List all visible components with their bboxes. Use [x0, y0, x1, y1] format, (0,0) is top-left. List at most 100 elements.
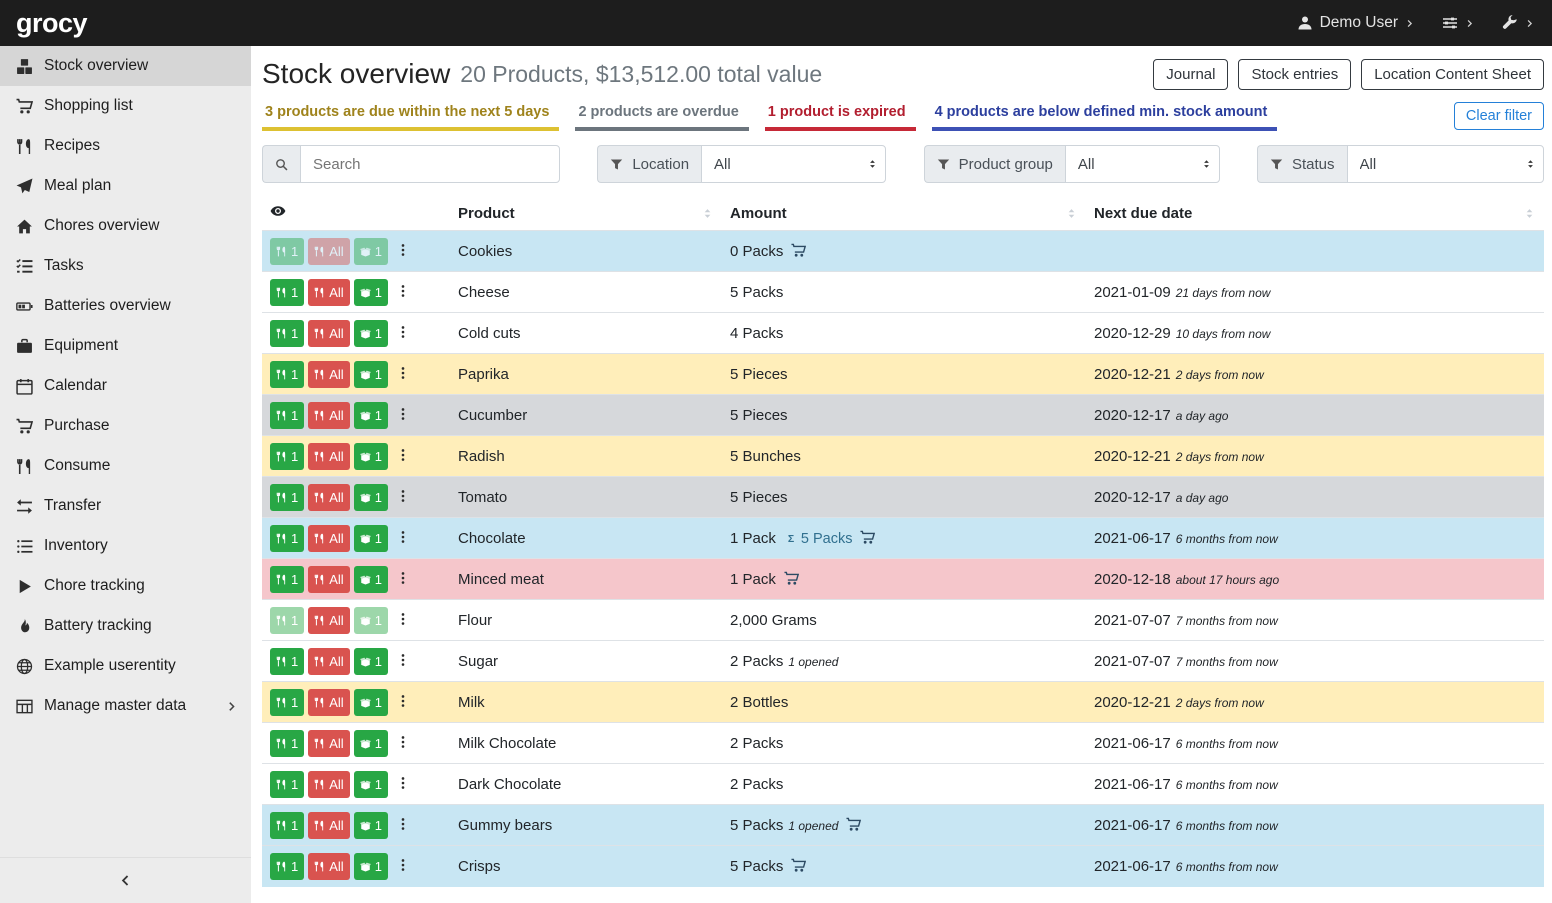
consume-all-button[interactable]: All: [308, 566, 349, 593]
consume-one-button[interactable]: 1: [270, 320, 304, 347]
shopping-cart-icon[interactable]: [860, 530, 875, 545]
open-one-button[interactable]: 1: [354, 525, 388, 552]
sidebar-item-tasks[interactable]: Tasks: [0, 246, 251, 286]
sidebar-item-calendar[interactable]: Calendar: [0, 366, 251, 406]
consume-all-button[interactable]: All: [308, 443, 349, 470]
open-one-button[interactable]: 1: [354, 402, 388, 429]
sidebar-item-stock-overview[interactable]: Stock overview: [0, 46, 251, 86]
product-name[interactable]: Cheese: [458, 284, 510, 301]
status-select[interactable]: All: [1347, 145, 1544, 183]
product-name[interactable]: Crisps: [458, 858, 501, 875]
consume-all-button[interactable]: All: [308, 320, 349, 347]
column-toggle-header[interactable]: [262, 196, 450, 231]
shopping-cart-icon[interactable]: [791, 243, 806, 258]
consume-all-button[interactable]: All: [308, 279, 349, 306]
open-one-button[interactable]: 1: [354, 689, 388, 716]
row-menu-button[interactable]: [392, 733, 414, 754]
sidebar-item-inventory[interactable]: Inventory: [0, 526, 251, 566]
consume-all-button[interactable]: All: [308, 525, 349, 552]
product-name[interactable]: Flour: [458, 612, 492, 629]
consume-one-button[interactable]: 1: [270, 812, 304, 839]
row-menu-button[interactable]: [392, 446, 414, 467]
product-name[interactable]: Milk Chocolate: [458, 735, 556, 752]
product-name[interactable]: Milk: [458, 694, 485, 711]
consume-one-button[interactable]: 1: [270, 730, 304, 757]
consume-all-button[interactable]: All: [308, 771, 349, 798]
open-one-button[interactable]: 1: [354, 443, 388, 470]
consume-all-button[interactable]: All: [308, 689, 349, 716]
sidebar-item-consume[interactable]: Consume: [0, 446, 251, 486]
sidebar-item-meal-plan[interactable]: Meal plan: [0, 166, 251, 206]
row-menu-button[interactable]: [392, 282, 414, 303]
search-input[interactable]: [300, 145, 560, 183]
sidebar-collapse-button[interactable]: [0, 857, 251, 903]
sidebar-item-equipment[interactable]: Equipment: [0, 326, 251, 366]
row-menu-button[interactable]: [392, 528, 414, 549]
row-menu-button[interactable]: [392, 651, 414, 672]
open-one-button[interactable]: 1: [354, 771, 388, 798]
column-header-product[interactable]: Product: [450, 196, 722, 231]
consume-one-button[interactable]: 1: [270, 443, 304, 470]
settings-menu[interactable]: [1442, 15, 1474, 31]
product-name[interactable]: Minced meat: [458, 571, 544, 588]
consume-one-button[interactable]: 1: [270, 402, 304, 429]
open-one-button[interactable]: 1: [354, 361, 388, 388]
app-logo[interactable]: grocy: [16, 8, 87, 39]
shopping-cart-icon[interactable]: [791, 858, 806, 873]
consume-one-button[interactable]: 1: [270, 771, 304, 798]
consume-all-button[interactable]: All: [308, 361, 349, 388]
open-one-button[interactable]: 1: [354, 812, 388, 839]
product-name[interactable]: Cookies: [458, 243, 512, 260]
stock-entries-button[interactable]: Stock entries: [1238, 59, 1351, 90]
status-filter-overdue[interactable]: 2 products are overdue: [575, 101, 748, 131]
sidebar-item-chores-overview[interactable]: Chores overview: [0, 206, 251, 246]
column-header-next-due-date[interactable]: Next due date: [1086, 196, 1544, 231]
sidebar-item-chore-tracking[interactable]: Chore tracking: [0, 566, 251, 606]
row-menu-button[interactable]: [392, 364, 414, 385]
location-select[interactable]: All: [701, 145, 886, 183]
row-menu-button[interactable]: [392, 774, 414, 795]
row-menu-button[interactable]: [392, 856, 414, 877]
sidebar-item-shopping-list[interactable]: Shopping list: [0, 86, 251, 126]
product-name[interactable]: Chocolate: [458, 530, 526, 547]
column-header-amount[interactable]: Amount: [722, 196, 1086, 231]
status-filter-due-soon[interactable]: 3 products are due within the next 5 day…: [262, 101, 559, 131]
consume-one-button[interactable]: 1: [270, 853, 304, 880]
shopping-cart-icon[interactable]: [784, 571, 799, 586]
consume-all-button[interactable]: All: [308, 730, 349, 757]
admin-menu[interactable]: [1502, 15, 1534, 31]
product-name[interactable]: Paprika: [458, 366, 509, 383]
consume-one-button[interactable]: 1: [270, 279, 304, 306]
row-menu-button[interactable]: [392, 569, 414, 590]
open-one-button[interactable]: 1: [354, 730, 388, 757]
product-name[interactable]: Cucumber: [458, 407, 527, 424]
row-menu-button[interactable]: [392, 692, 414, 713]
row-menu-button[interactable]: [392, 323, 414, 344]
consume-one-button[interactable]: 1: [270, 689, 304, 716]
consume-all-button[interactable]: All: [308, 238, 349, 265]
open-one-button[interactable]: 1: [354, 279, 388, 306]
product-name[interactable]: Sugar: [458, 653, 498, 670]
shopping-cart-icon[interactable]: [846, 817, 861, 832]
product-group-select[interactable]: All: [1065, 145, 1220, 183]
consume-all-button[interactable]: All: [308, 853, 349, 880]
status-filter-expired[interactable]: 1 product is expired: [765, 101, 916, 131]
open-one-button[interactable]: 1: [354, 484, 388, 511]
open-one-button[interactable]: 1: [354, 566, 388, 593]
open-one-button[interactable]: 1: [354, 648, 388, 675]
open-one-button[interactable]: 1: [354, 238, 388, 265]
consume-one-button[interactable]: 1: [270, 484, 304, 511]
row-menu-button[interactable]: [392, 815, 414, 836]
row-menu-button[interactable]: [392, 487, 414, 508]
product-name[interactable]: Dark Chocolate: [458, 776, 561, 793]
clear-filter-button[interactable]: Clear filter: [1454, 102, 1544, 130]
row-menu-button[interactable]: [392, 610, 414, 631]
open-one-button[interactable]: 1: [354, 607, 388, 634]
consume-all-button[interactable]: All: [308, 484, 349, 511]
sidebar-item-battery-tracking[interactable]: Battery tracking: [0, 606, 251, 646]
sidebar-item-purchase[interactable]: Purchase: [0, 406, 251, 446]
user-menu[interactable]: Demo User: [1297, 14, 1414, 32]
sidebar-item-example-userentity[interactable]: Example userentity: [0, 646, 251, 686]
consume-one-button[interactable]: 1: [270, 648, 304, 675]
consume-one-button[interactable]: 1: [270, 238, 304, 265]
